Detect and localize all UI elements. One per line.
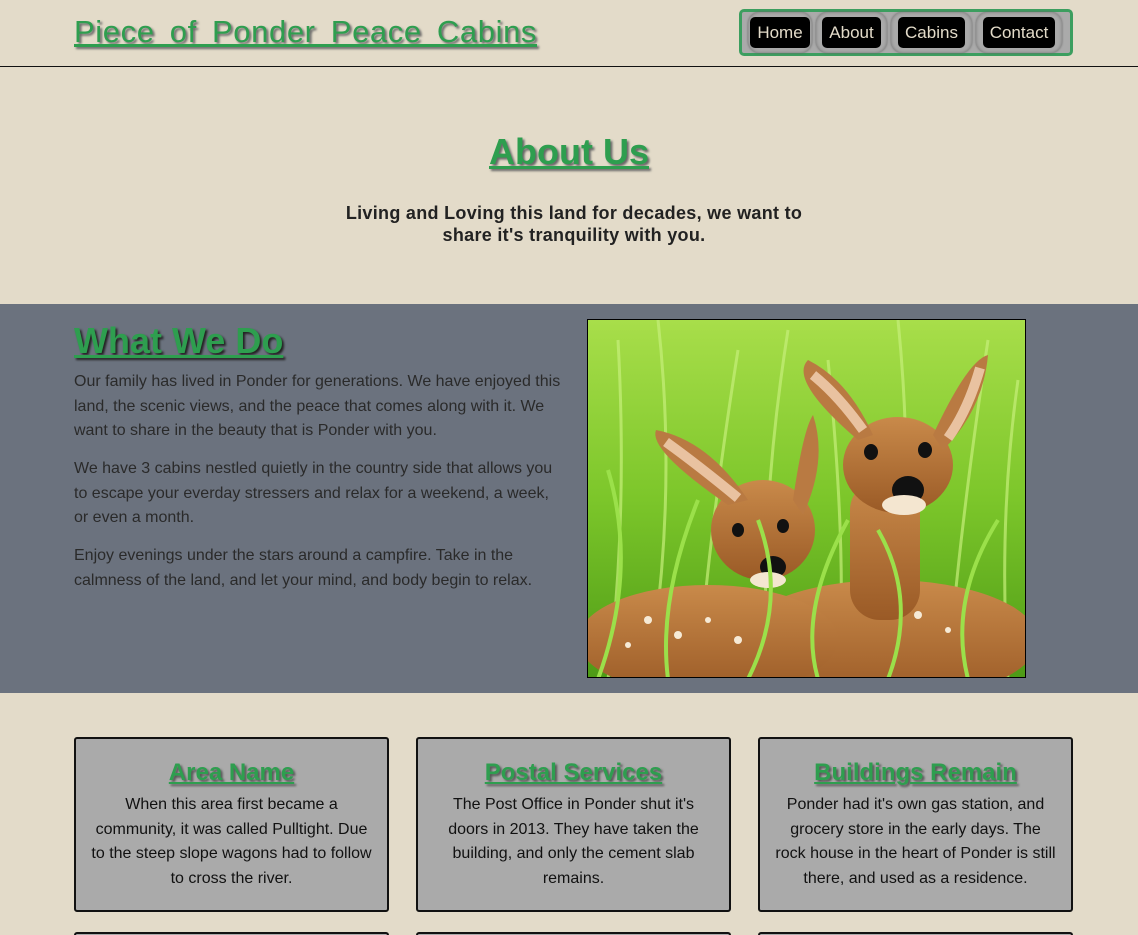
about-subtitle: Living and Loving this land for decades,… xyxy=(345,203,803,245)
nav-contact-link[interactable]: Contact xyxy=(982,17,1056,48)
info-card-area-name: Area Name When this area first became a … xyxy=(74,737,389,912)
what-we-do-paragraph: Enjoy evenings under the stars around a … xyxy=(74,547,533,589)
nav-home-link[interactable]: Home xyxy=(750,17,810,48)
card-text: When this area first became a community,… xyxy=(91,796,372,887)
nav-item-home: Home xyxy=(748,12,812,53)
fawns-photo xyxy=(587,319,1026,678)
card-text: The Post Office in Ponder shut it's door… xyxy=(448,796,699,887)
what-we-do-paragraph: We have 3 cabins nestled quietly in the … xyxy=(74,460,553,526)
nav-item-cabins: Cabins xyxy=(891,12,972,53)
what-we-do-paragraph: Our family has lived in Ponder for gener… xyxy=(74,373,561,439)
nav-item-contact: Contact xyxy=(976,12,1062,53)
nav-about-link[interactable]: About xyxy=(822,17,881,48)
info-card-postal-services: Postal Services The Post Office in Ponde… xyxy=(416,737,731,912)
about-title: About Us xyxy=(489,131,649,172)
card-title: Postal Services xyxy=(484,759,663,786)
card-text: Ponder had it's own gas station, and gro… xyxy=(775,796,1056,887)
card-title: Area Name xyxy=(168,759,295,786)
what-we-do-section: What We Do Our family has lived in Ponde… xyxy=(0,304,1138,693)
nav-cabins-link[interactable]: Cabins xyxy=(898,17,965,48)
main-nav: Home About Cabins Contact xyxy=(739,9,1073,56)
info-card-buildings-remain: Buildings Remain Ponder had it's own gas… xyxy=(758,737,1073,912)
nav-item-about: About xyxy=(816,12,887,53)
card-title: Buildings Remain xyxy=(814,759,1017,786)
fawns-illustration xyxy=(588,320,1025,677)
what-we-do-title: What We Do xyxy=(74,320,284,361)
site-title-link[interactable]: Piece of Ponder Peace Cabins xyxy=(74,14,537,50)
site-header: Piece of Ponder Peace Cabins Home About … xyxy=(0,0,1138,67)
